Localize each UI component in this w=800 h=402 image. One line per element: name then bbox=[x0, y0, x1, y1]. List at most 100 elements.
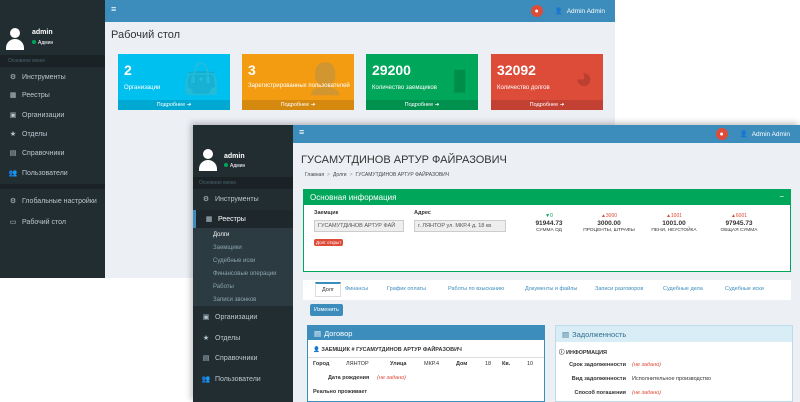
table-icon: ▦ bbox=[205, 216, 213, 223]
user-name: admin bbox=[32, 29, 53, 36]
document-icon: ▤ bbox=[314, 328, 322, 338]
debt-stat: ▼0 91944.73 СУММА ОД bbox=[519, 213, 579, 234]
submenu-item-label: Судебные иски bbox=[213, 257, 256, 264]
sidebar-item-after-1[interactable]: ★ Отделы bbox=[193, 330, 293, 346]
stat-caption: ПРОЦЕНТЫ, ШТРАФЫ bbox=[583, 228, 635, 233]
info-icon: ⓘ bbox=[559, 350, 567, 356]
submenu-item-2[interactable]: Судебные иски bbox=[193, 254, 293, 267]
edit-button[interactable]: Изменить bbox=[310, 304, 343, 316]
debt-row-label: Способ погашения bbox=[574, 390, 626, 396]
notification-icon[interactable]: ● bbox=[530, 5, 543, 17]
sidebar-item-registers[interactable]: ▦ Реестры bbox=[193, 210, 293, 228]
sidebar-item-after-0[interactable]: ▣ Организации bbox=[193, 309, 293, 325]
street-label: Улица bbox=[390, 361, 407, 367]
borrower-field[interactable]: ГУСАМУТДИНОВ АРТУР ФАЙ bbox=[314, 220, 404, 232]
sidebar-item-tools[interactable]: ⚙ Инструменты bbox=[193, 190, 293, 208]
sidebar-item-4[interactable]: ▤ Справочники bbox=[0, 145, 105, 161]
submenu-item-1[interactable]: Заемщики bbox=[193, 241, 293, 254]
submenu-item-5[interactable]: Записи звонков bbox=[193, 293, 293, 306]
stat-caption: ПЕНИ, НЕУСТОЙКА bbox=[651, 228, 697, 233]
bag-icon: 👜 bbox=[182, 63, 220, 96]
front-window: ≡ ● 👤 Admin Admin admin Админ Основное м… bbox=[193, 125, 800, 402]
stat-caption: ОБЩАЯ СУММА bbox=[720, 228, 758, 233]
tile-more-link[interactable]: Подробнее ➔ bbox=[118, 100, 230, 110]
stat-caption: СУММА ОД bbox=[536, 228, 562, 233]
submenu-item-0[interactable]: Долги bbox=[193, 228, 293, 241]
sidebar-item-6[interactable]: ⚙ Глобальные настройки bbox=[0, 193, 105, 209]
sidebar-item-after-2[interactable]: ▤ Справочники bbox=[193, 350, 293, 366]
stat-delta: ▼0 bbox=[545, 213, 553, 219]
house-label: Дом bbox=[456, 361, 468, 367]
debt-row-label: Срок задолженности bbox=[569, 362, 626, 368]
tab-7[interactable]: Судебные иски bbox=[725, 286, 764, 292]
avatar bbox=[6, 28, 24, 50]
tab-1[interactable]: Финансы bbox=[345, 286, 368, 292]
stat-tile: ◕ 32092 Количество долгов Подробнее ➔ bbox=[491, 54, 603, 110]
debt-panel: ▤ Задолженность ⓘ ИНФОРМАЦИЯ Срок задолж… bbox=[555, 325, 793, 402]
sidebar-item-after-3[interactable]: 👥 Пользователи bbox=[193, 371, 293, 387]
contract-title: Договор bbox=[324, 328, 353, 338]
sidebar-item-label: Отделы bbox=[22, 130, 48, 138]
stat-tile: 👜 2 Организации Подробнее ➔ bbox=[118, 54, 230, 110]
house-value: 18 bbox=[485, 361, 492, 367]
debt-row-value: (не задано) bbox=[632, 362, 662, 368]
topbar-user[interactable]: Admin Admin bbox=[567, 8, 605, 15]
tile-more-link[interactable]: Подробнее ➔ bbox=[491, 100, 603, 110]
stat-value: 3000.00 bbox=[597, 220, 621, 227]
breadcrumb-home[interactable]: Главная bbox=[305, 172, 324, 178]
sidebar-item-label: Организации bbox=[215, 313, 258, 321]
debt-row-value: (не задано) bbox=[632, 390, 662, 396]
sidebar-item-label: Организации bbox=[22, 111, 65, 119]
breadcrumb-debts[interactable]: Долги bbox=[333, 172, 347, 178]
city-value: ЛЯНТОР bbox=[346, 361, 369, 367]
tile-label: Количество заемщиков bbox=[372, 85, 437, 91]
user-icon: 👤 bbox=[739, 131, 748, 138]
submenu-item-label: Финансовые операции bbox=[213, 270, 277, 277]
document-icon: ▤ bbox=[562, 329, 570, 339]
debt-subtitle: ИНФОРМАЦИЯ bbox=[566, 350, 608, 356]
menu-toggle-icon[interactable]: ≡ bbox=[299, 127, 304, 137]
submenu-item-label: Работы bbox=[213, 283, 234, 290]
front-topbar: ≡ ● 👤 Admin Admin bbox=[193, 125, 800, 143]
tab-4[interactable]: Документы и файлы bbox=[525, 286, 577, 292]
pie-chart-icon: ◕ bbox=[574, 62, 593, 95]
sidebar-divider bbox=[0, 184, 105, 189]
building-icon: ▣ bbox=[202, 314, 210, 321]
sidebar-item-5[interactable]: 👥 Пользователи bbox=[0, 165, 105, 181]
apt-label: Кв. bbox=[502, 361, 511, 367]
debt-stat: ▲6001 97945.73 ОБЩАЯ СУММА bbox=[709, 213, 769, 234]
sidebar-item-2[interactable]: ▣ Организации bbox=[0, 107, 105, 123]
address-field[interactable]: г. ЛЯНТОР ул. МКР.4 д. 18 кв bbox=[414, 220, 506, 232]
tab-3[interactable]: Работы по взысканию bbox=[448, 286, 504, 292]
sidebar-item-3[interactable]: ★ Отделы bbox=[0, 126, 105, 142]
submenu-item-3[interactable]: Финансовые операции bbox=[193, 267, 293, 280]
notification-icon[interactable]: ● bbox=[715, 128, 728, 140]
sidebar-item-7[interactable]: ▭ Рабочий стол bbox=[0, 214, 105, 230]
table-icon: ▦ bbox=[9, 92, 17, 99]
menu-toggle-icon[interactable]: ≡ bbox=[111, 4, 116, 14]
star-icon: ★ bbox=[9, 131, 17, 138]
stat-tile: ▮ 29200 Количество заемщиков Подробнее ➔ bbox=[366, 54, 478, 110]
tile-label: Организации bbox=[124, 85, 161, 91]
topbar-user[interactable]: Admin Admin bbox=[752, 131, 790, 138]
tab-6[interactable]: Судебные дела bbox=[663, 286, 703, 292]
tile-label: Количество долгов bbox=[497, 85, 550, 91]
submenu-item-4[interactable]: Работы bbox=[193, 280, 293, 293]
tab-2[interactable]: График оплаты bbox=[387, 286, 426, 292]
book-icon: ▤ bbox=[202, 355, 210, 362]
borrower-label: Заемщик bbox=[314, 210, 339, 216]
main-info-box: Основная информация − Заемщик ГУСАМУТДИН… bbox=[303, 189, 791, 272]
stat-delta: ▲1001 bbox=[665, 213, 683, 219]
sidebar-item-0[interactable]: ⚙ Инструменты bbox=[0, 69, 105, 85]
sidebar-item-label: Справочники bbox=[215, 354, 258, 362]
sidebar-item-label: Реестры bbox=[22, 91, 50, 99]
tile-more-link[interactable]: Подробнее ➔ bbox=[366, 100, 478, 110]
sidebar-item-label: Инструменты bbox=[215, 195, 259, 203]
tab-0[interactable]: Долг bbox=[315, 282, 341, 297]
collapse-icon[interactable]: − bbox=[779, 192, 784, 201]
sidebar-item-1[interactable]: ▦ Реестры bbox=[0, 87, 105, 103]
book-icon: ▤ bbox=[9, 150, 17, 157]
tab-5[interactable]: Записи разговоров bbox=[595, 286, 643, 292]
cogs-icon: ⚙ bbox=[202, 196, 210, 203]
tile-more-link[interactable]: Подробнее ➔ bbox=[242, 100, 354, 110]
